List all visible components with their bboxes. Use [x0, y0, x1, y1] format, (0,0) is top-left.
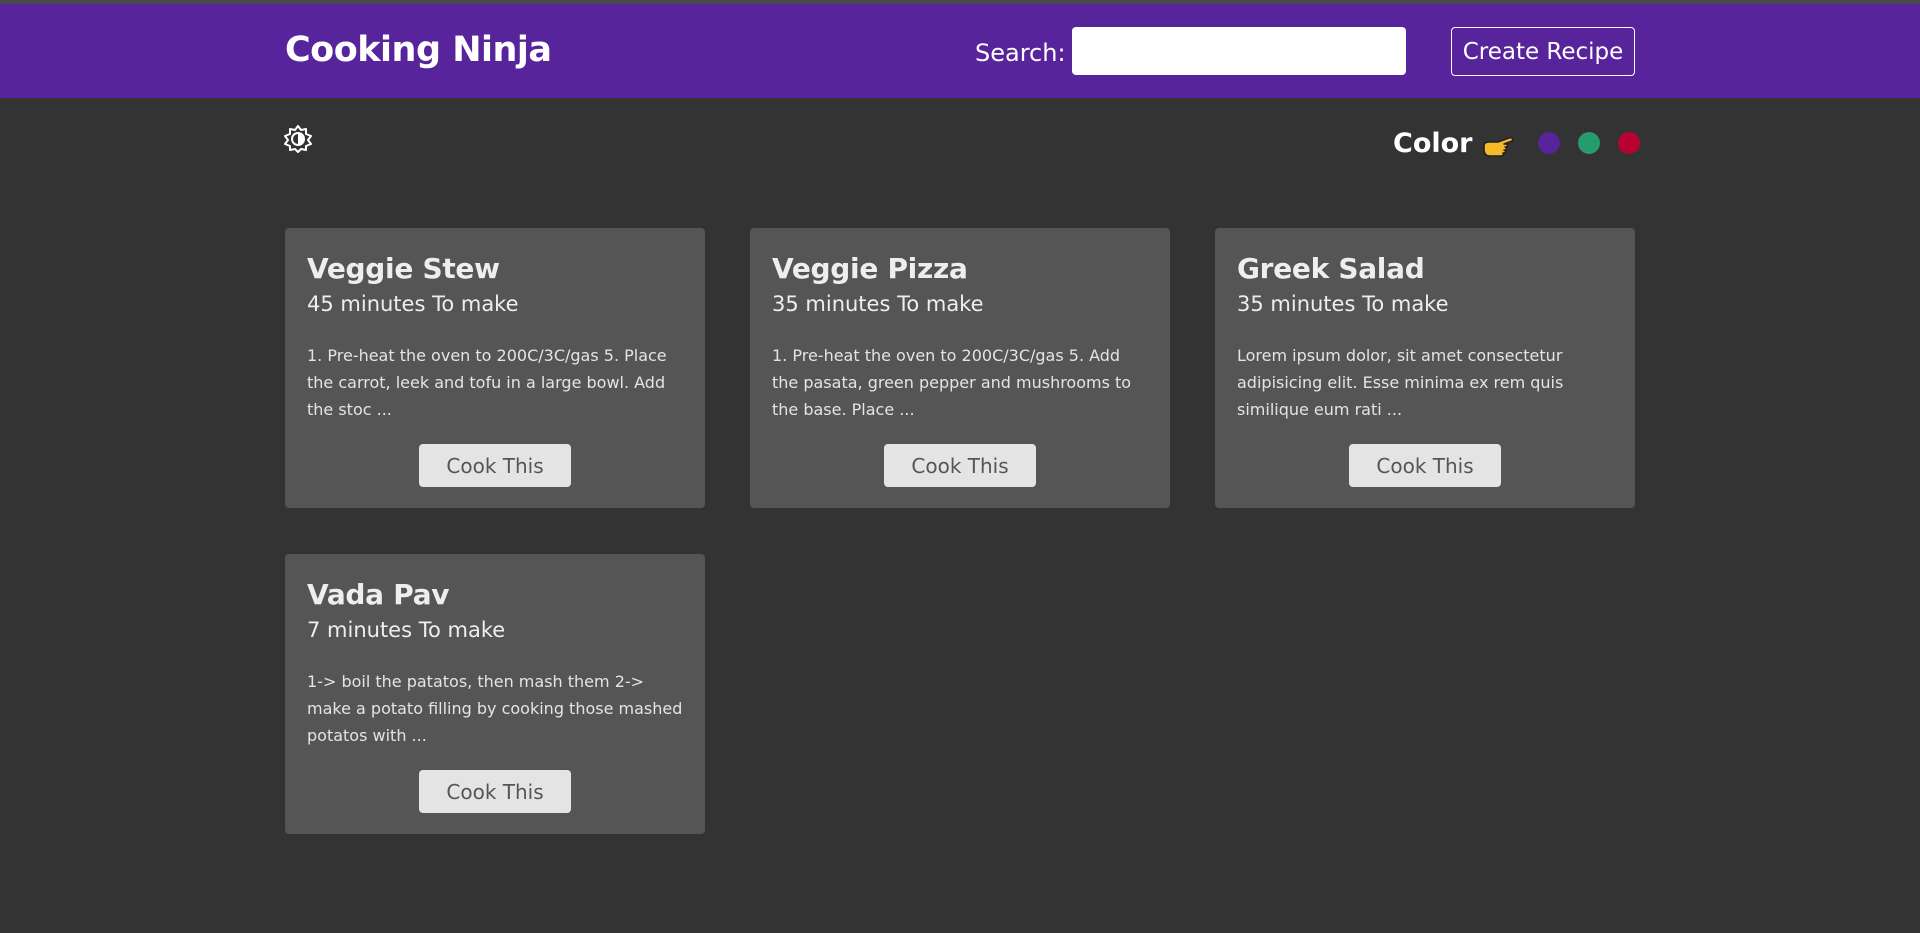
- recipe-card: Vada Pav 7 minutes To make 1-> boil the …: [285, 554, 705, 834]
- brand-logo[interactable]: Cooking Ninja: [285, 30, 552, 70]
- search-input[interactable]: [1072, 27, 1406, 75]
- cook-this-button[interactable]: Cook This: [419, 770, 571, 813]
- recipe-method: 1-> boil the patatos, then mash them 2->…: [307, 672, 683, 745]
- recipe-cooking-time: 45 minutes To make: [307, 292, 519, 316]
- recipe-card: Greek Salad 35 minutes To make Lorem ips…: [1215, 228, 1635, 508]
- recipe-method: Lorem ipsum dolor, sit amet consectetur …: [1237, 346, 1564, 419]
- recipe-method: 1. Pre-heat the oven to 200C/3C/gas 5. P…: [307, 346, 667, 419]
- recipe-card: Veggie Stew 45 minutes To make 1. Pre-he…: [285, 228, 705, 508]
- red-swatch[interactable]: [1618, 132, 1641, 154]
- purple-swatch[interactable]: [1538, 132, 1561, 154]
- recipe-cooking-time: 35 minutes To make: [1237, 292, 1449, 316]
- green-swatch[interactable]: [1578, 132, 1601, 154]
- recipe-title: Greek Salad: [1237, 252, 1425, 285]
- cook-this-button[interactable]: Cook This: [419, 444, 571, 487]
- recipe-card: Veggie Pizza 35 minutes To make 1. Pre-h…: [750, 228, 1170, 508]
- recipe-title: Vada Pav: [307, 578, 450, 611]
- cook-this-button[interactable]: Cook This: [1349, 444, 1501, 487]
- recipe-method: 1. Pre-heat the oven to 200C/3C/gas 5. A…: [772, 346, 1132, 419]
- mode-toggle-button[interactable]: [284, 125, 312, 153]
- recipe-title: Veggie Pizza: [772, 252, 968, 285]
- brightness-icon: [284, 125, 312, 153]
- recipe-cooking-time: 7 minutes To make: [307, 618, 506, 642]
- search-label: Search:: [975, 39, 1066, 67]
- create-recipe-button[interactable]: Create Recipe: [1451, 27, 1635, 76]
- pointing-hand-icon: [1483, 136, 1515, 157]
- cook-this-button[interactable]: Cook This: [884, 444, 1036, 487]
- recipe-title: Veggie Stew: [307, 252, 500, 285]
- navbar: Cooking Ninja Search: Create Recipe: [0, 4, 1920, 98]
- theme-color-picker: Color: [1380, 123, 1641, 163]
- recipe-cooking-time: 35 minutes To make: [772, 292, 984, 316]
- color-label: Color: [1393, 127, 1473, 159]
